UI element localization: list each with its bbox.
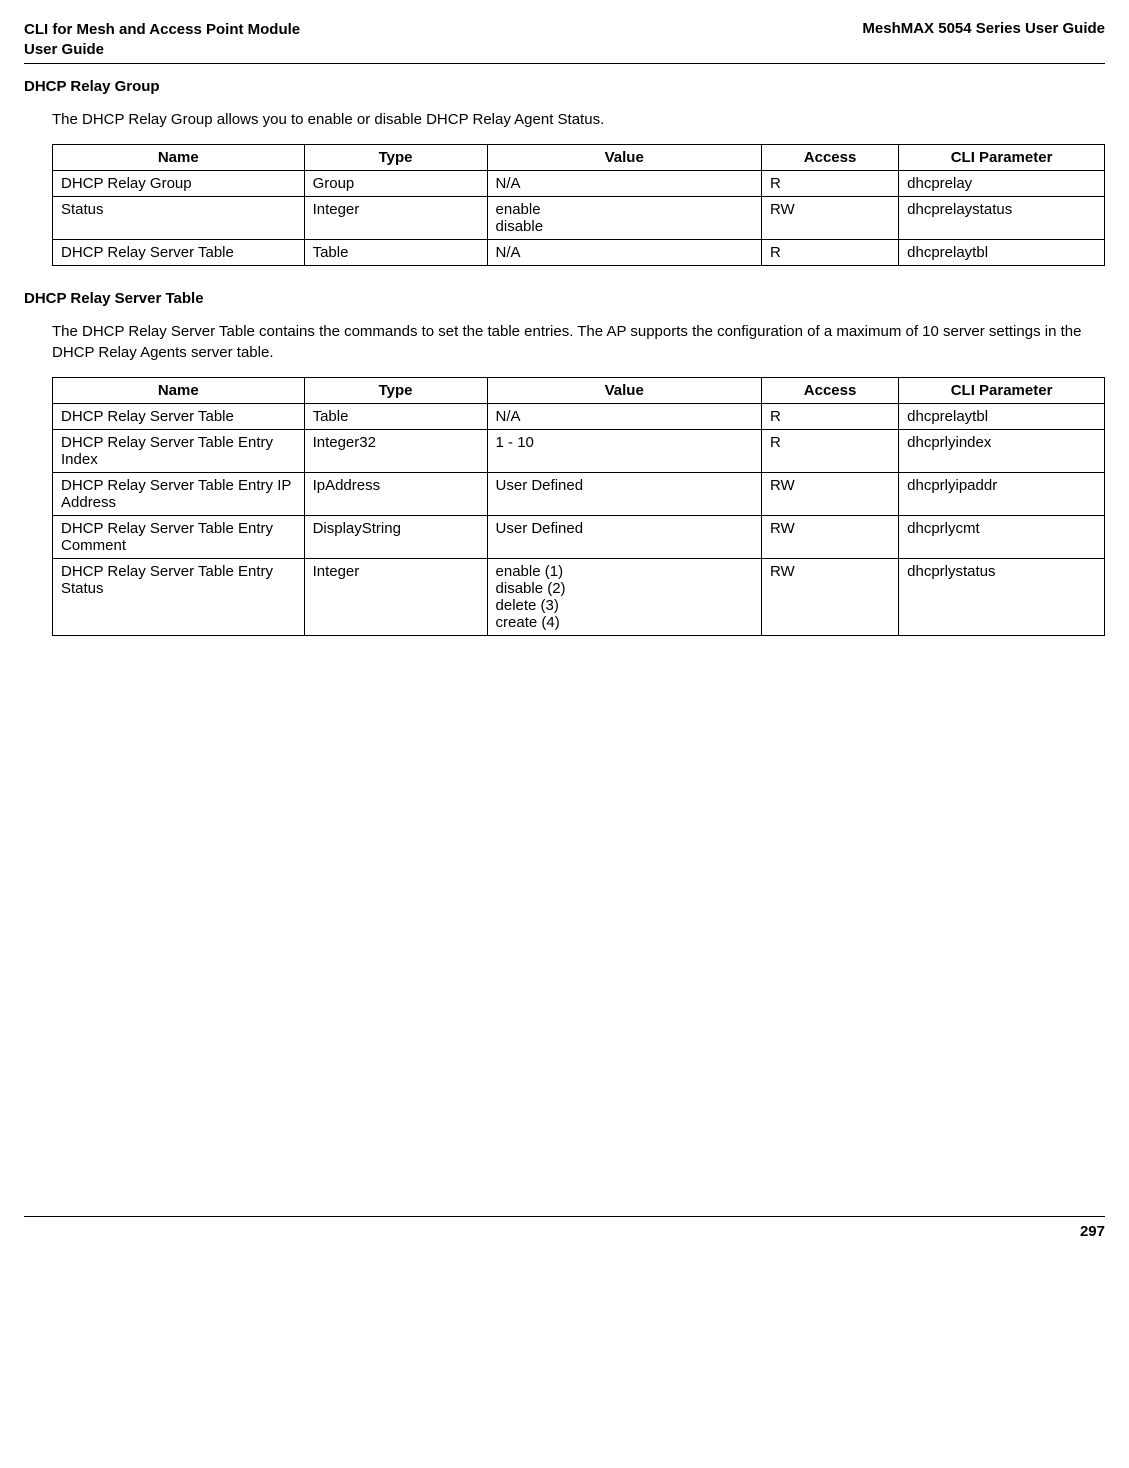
table-row: DHCP Relay Server Table Entry Index Inte… bbox=[53, 430, 1105, 473]
cell-cli: dhcprlycmt bbox=[899, 516, 1105, 559]
footer-divider bbox=[24, 1216, 1105, 1217]
th-value: Value bbox=[487, 378, 761, 404]
page-number: 297 bbox=[24, 1223, 1105, 1240]
header-left-line1: CLI for Mesh and Access Point Module bbox=[24, 21, 300, 38]
cell-type: Integer bbox=[304, 197, 487, 240]
table-header-row: Name Type Value Access CLI Parameter bbox=[53, 145, 1105, 171]
section2-table: Name Type Value Access CLI Parameter DHC… bbox=[52, 377, 1105, 636]
cell-cli: dhcprlyipaddr bbox=[899, 473, 1105, 516]
th-access: Access bbox=[761, 378, 898, 404]
cell-type: Integer bbox=[304, 559, 487, 636]
th-type: Type bbox=[304, 145, 487, 171]
cell-cli: dhcprelaytbl bbox=[899, 404, 1105, 430]
section2-description: The DHCP Relay Server Table contains the… bbox=[52, 321, 1105, 363]
table-row: DHCP Relay Server Table Entry IP Address… bbox=[53, 473, 1105, 516]
header-left-line2: User Guide bbox=[24, 41, 104, 58]
section2-title: DHCP Relay Server Table bbox=[24, 290, 1105, 307]
th-value: Value bbox=[487, 145, 761, 171]
header-divider bbox=[24, 63, 1105, 64]
cell-access: RW bbox=[761, 197, 898, 240]
cell-cli: dhcprelaytbl bbox=[899, 240, 1105, 266]
section1-table: Name Type Value Access CLI Parameter DHC… bbox=[52, 144, 1105, 266]
header-right: MeshMAX 5054 Series User Guide bbox=[862, 20, 1105, 37]
section1-title: DHCP Relay Group bbox=[24, 78, 1105, 95]
th-access: Access bbox=[761, 145, 898, 171]
cell-name: DHCP Relay Server Table Entry IP Address bbox=[53, 473, 305, 516]
cell-value: 1 - 10 bbox=[487, 430, 761, 473]
cell-access: R bbox=[761, 240, 898, 266]
cell-name: DHCP Relay Server Table Entry Comment bbox=[53, 516, 305, 559]
cell-value: N/A bbox=[487, 240, 761, 266]
table-row: DHCP Relay Server Table Entry Status Int… bbox=[53, 559, 1105, 636]
cell-cli: dhcprlystatus bbox=[899, 559, 1105, 636]
section1-description: The DHCP Relay Group allows you to enabl… bbox=[52, 109, 1105, 130]
cell-name: Status bbox=[53, 197, 305, 240]
cell-access: R bbox=[761, 404, 898, 430]
table-header-row: Name Type Value Access CLI Parameter bbox=[53, 378, 1105, 404]
cell-access: R bbox=[761, 171, 898, 197]
cell-type: DisplayString bbox=[304, 516, 487, 559]
cell-name: DHCP Relay Group bbox=[53, 171, 305, 197]
cell-type: Table bbox=[304, 240, 487, 266]
table-row: DHCP Relay Group Group N/A R dhcprelay bbox=[53, 171, 1105, 197]
table-row: DHCP Relay Server Table Table N/A R dhcp… bbox=[53, 404, 1105, 430]
header-left: CLI for Mesh and Access Point Module Use… bbox=[24, 20, 300, 59]
cell-cli: dhcprelaystatus bbox=[899, 197, 1105, 240]
cell-access: R bbox=[761, 430, 898, 473]
th-name: Name bbox=[53, 378, 305, 404]
cell-access: RW bbox=[761, 559, 898, 636]
cell-value: N/A bbox=[487, 404, 761, 430]
page-header: CLI for Mesh and Access Point Module Use… bbox=[24, 20, 1105, 59]
cell-value: User Defined bbox=[487, 516, 761, 559]
th-name: Name bbox=[53, 145, 305, 171]
table-row: DHCP Relay Server Table Table N/A R dhcp… bbox=[53, 240, 1105, 266]
cell-name: DHCP Relay Server Table Entry Index bbox=[53, 430, 305, 473]
cell-type: Group bbox=[304, 171, 487, 197]
cell-name: DHCP Relay Server Table bbox=[53, 404, 305, 430]
th-cli: CLI Parameter bbox=[899, 378, 1105, 404]
cell-value: enable disable bbox=[487, 197, 761, 240]
cell-access: RW bbox=[761, 473, 898, 516]
table-row: Status Integer enable disable RW dhcprel… bbox=[53, 197, 1105, 240]
cell-cli: dhcprelay bbox=[899, 171, 1105, 197]
th-cli: CLI Parameter bbox=[899, 145, 1105, 171]
cell-type: IpAddress bbox=[304, 473, 487, 516]
cell-value: enable (1) disable (2) delete (3) create… bbox=[487, 559, 761, 636]
cell-cli: dhcprlyindex bbox=[899, 430, 1105, 473]
table-row: DHCP Relay Server Table Entry Comment Di… bbox=[53, 516, 1105, 559]
cell-type: Table bbox=[304, 404, 487, 430]
cell-type: Integer32 bbox=[304, 430, 487, 473]
cell-name: DHCP Relay Server Table bbox=[53, 240, 305, 266]
cell-value: N/A bbox=[487, 171, 761, 197]
cell-access: RW bbox=[761, 516, 898, 559]
th-type: Type bbox=[304, 378, 487, 404]
cell-value: User Defined bbox=[487, 473, 761, 516]
cell-name: DHCP Relay Server Table Entry Status bbox=[53, 559, 305, 636]
page-footer: 297 bbox=[24, 1216, 1105, 1240]
